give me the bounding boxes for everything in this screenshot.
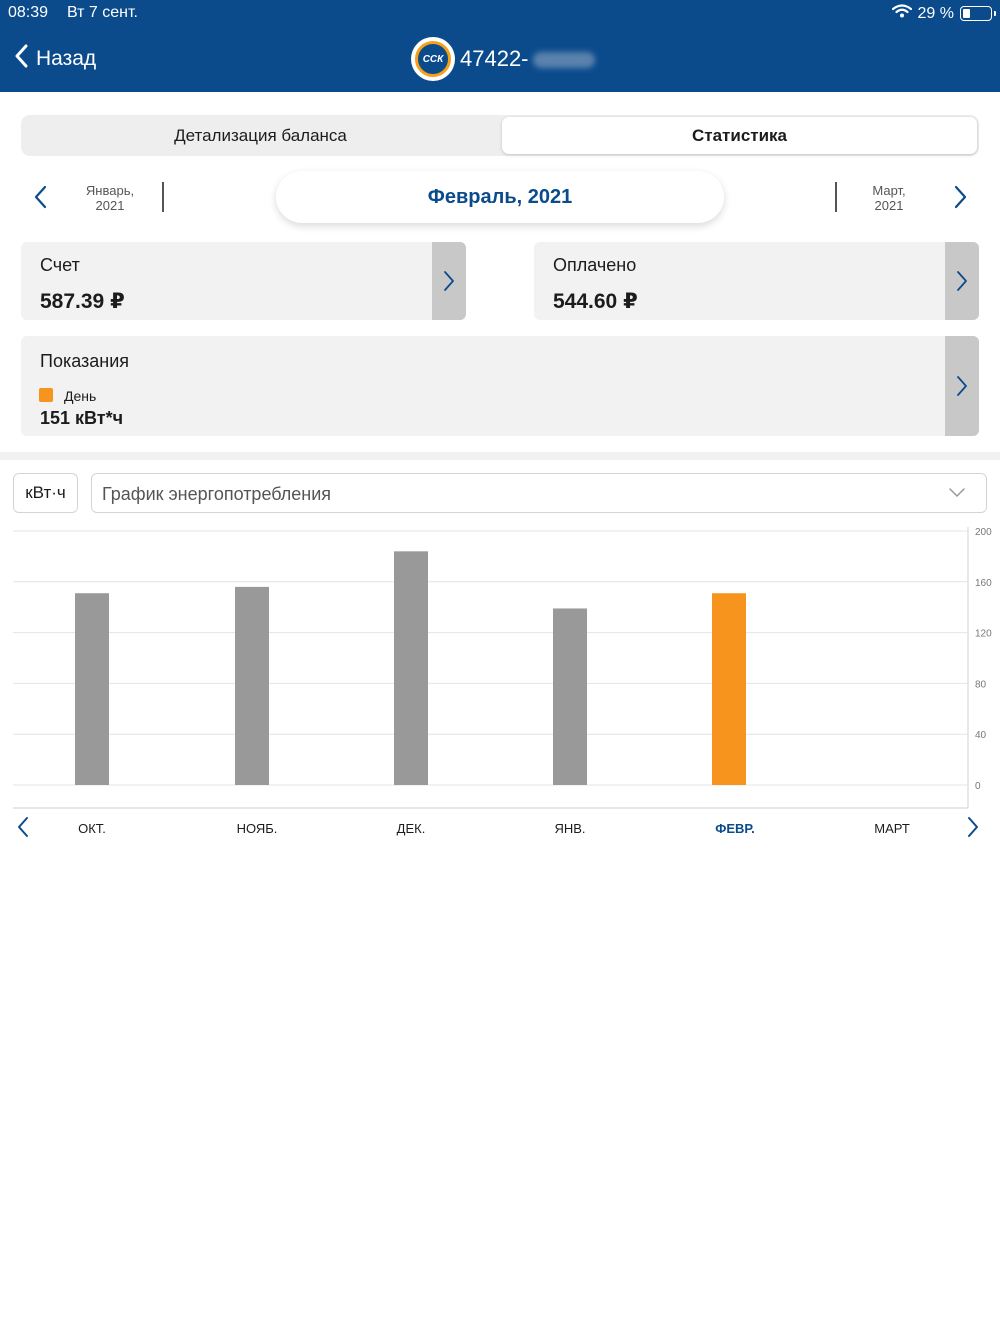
x-tick-label[interactable]: ФЕВР. bbox=[715, 821, 755, 836]
y-tick-label: 200 bbox=[975, 527, 992, 538]
paid-value: 544.60 ₽ bbox=[553, 290, 638, 313]
y-tick-label: 80 bbox=[975, 679, 987, 690]
readings-label: Показания bbox=[40, 351, 130, 371]
next-period-button[interactable] bbox=[948, 183, 972, 211]
bar-4[interactable] bbox=[712, 593, 746, 785]
bar-1[interactable] bbox=[235, 586, 269, 785]
chart-x-labels: ОКТ. НОЯБ. ДЕК. ЯНВ. ФЕВР. МАРТ bbox=[78, 821, 910, 836]
status-date: Вт 7 сент. bbox=[67, 4, 138, 21]
divider bbox=[835, 182, 837, 212]
chevron-down-icon bbox=[948, 486, 966, 504]
readings-detail-tab[interactable] bbox=[945, 336, 979, 436]
chart-y-ticks: 0 40 80 120 160 200 bbox=[975, 527, 992, 792]
chart-next-button[interactable] bbox=[958, 812, 988, 842]
bar-3[interactable] bbox=[553, 608, 587, 785]
account-number-text: 47422- bbox=[460, 46, 529, 71]
next-period-year: 2021 bbox=[874, 198, 904, 213]
y-tick-label: 160 bbox=[975, 578, 992, 589]
x-tick-label[interactable]: МАРТ bbox=[874, 821, 910, 836]
x-tick-label[interactable]: ЯНВ. bbox=[554, 821, 585, 836]
chevron-left-icon bbox=[34, 185, 47, 209]
wifi-icon bbox=[891, 4, 912, 23]
tab-statistics[interactable]: Статистика bbox=[502, 117, 977, 154]
x-tick-label[interactable]: НОЯБ. bbox=[237, 821, 278, 836]
readings-value: 151 кВт*ч bbox=[40, 408, 124, 428]
chevron-right-icon bbox=[444, 271, 454, 291]
divider bbox=[162, 182, 164, 212]
bar-0[interactable] bbox=[75, 593, 109, 785]
prev-period[interactable]: Январь, 2021 bbox=[70, 183, 150, 213]
paid-card[interactable]: Оплачено 544.60 ₽ bbox=[534, 242, 979, 320]
section-divider bbox=[0, 452, 1000, 460]
prev-period-month: Январь, bbox=[85, 183, 135, 198]
battery-level bbox=[962, 8, 971, 18]
y-tick-label: 0 bbox=[975, 781, 981, 792]
prev-period-year: 2021 bbox=[95, 198, 125, 213]
chevron-right-icon bbox=[954, 185, 967, 209]
tab-balance-details[interactable]: Детализация баланса bbox=[23, 117, 498, 154]
account-redaction bbox=[532, 52, 595, 69]
invoice-detail-tab[interactable] bbox=[432, 242, 466, 320]
x-tick-label[interactable]: ДЕК. bbox=[397, 821, 426, 836]
chart-prev-button[interactable] bbox=[8, 812, 38, 842]
back-label: Назад bbox=[36, 47, 97, 70]
chevron-right-icon bbox=[957, 376, 967, 396]
invoice-card[interactable]: Счет 587.39 ₽ bbox=[21, 242, 466, 320]
x-tick-label[interactable]: ОКТ. bbox=[78, 821, 106, 836]
current-period[interactable]: Февраль, 2021 bbox=[276, 171, 724, 223]
status-indicators: 29 % bbox=[891, 4, 996, 23]
paid-detail-tab[interactable] bbox=[945, 242, 979, 320]
prev-period-button[interactable] bbox=[30, 183, 54, 211]
chart-type-label: График энергопотребления bbox=[102, 484, 332, 504]
segmented-control: Детализация баланса Статистика bbox=[21, 115, 979, 156]
chevron-left-icon bbox=[14, 44, 28, 74]
company-logo: ССК bbox=[411, 37, 455, 81]
next-period-month: Март, bbox=[872, 183, 906, 198]
day-tariff-marker bbox=[39, 388, 53, 402]
chart-type-select[interactable]: График энергопотребления bbox=[91, 473, 987, 513]
status-time: 08:39 bbox=[8, 4, 49, 21]
invoice-label: Счет bbox=[40, 255, 80, 275]
logo-text: ССК bbox=[415, 41, 451, 77]
readings-card[interactable]: Показания 151 кВт*ч bbox=[21, 336, 979, 436]
battery-icon bbox=[960, 6, 996, 21]
chart-grid bbox=[13, 527, 969, 808]
battery-percent: 29 % bbox=[917, 4, 954, 22]
bar-2[interactable] bbox=[394, 551, 428, 785]
unit-selector[interactable]: кВт·ч bbox=[13, 473, 78, 513]
chart-bars bbox=[75, 551, 746, 785]
chevron-right-icon bbox=[957, 271, 967, 291]
app-header: 08:39 Вт 7 сент. 29 % Назад ССК 47422- bbox=[0, 0, 1000, 92]
paid-label: Оплачено bbox=[553, 255, 637, 275]
invoice-value: 587.39 ₽ bbox=[40, 290, 125, 313]
back-button[interactable]: Назад bbox=[14, 44, 96, 74]
day-tariff-label: День bbox=[64, 388, 97, 404]
account-number: 47422- bbox=[460, 46, 595, 72]
energy-consumption-chart: 0 40 80 120 160 200 ОКТ. НОЯБ. ДЕК. ЯНВ. ФЕВР. МАР… bbox=[8, 527, 992, 842]
y-tick-label: 40 bbox=[975, 730, 987, 741]
next-period[interactable]: Март, 2021 bbox=[849, 183, 929, 213]
y-tick-label: 120 bbox=[975, 629, 992, 640]
